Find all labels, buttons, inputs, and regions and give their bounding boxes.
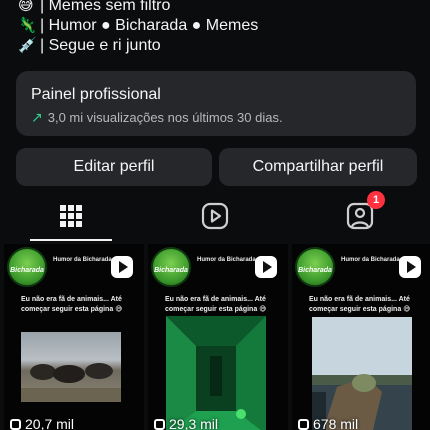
bio-line-3: 💉 | Segue e ri junto bbox=[18, 36, 418, 56]
syringe-emoji-icon: 💉 bbox=[18, 37, 37, 54]
posts-grid: Bicharada Humor da Bicharada Eu não era … bbox=[0, 244, 430, 430]
reel-views-icon bbox=[10, 418, 21, 430]
professional-dashboard-card[interactable]: Painel profissional ↗ 3,0 mi visualizaçõ… bbox=[16, 71, 416, 136]
view-count-text: 20,7 mil bbox=[25, 416, 75, 430]
tab-tagged[interactable]: 1 bbox=[320, 191, 400, 236]
reel-play-icon bbox=[255, 256, 277, 278]
account-name: Humor da Bicharada bbox=[341, 257, 400, 263]
professional-dashboard-title: Painel profissional bbox=[31, 86, 161, 103]
lizard-emoji-icon: 🦎 bbox=[18, 17, 37, 34]
avatar: Bicharada bbox=[151, 247, 191, 287]
trend-up-arrow-icon: ↗ bbox=[31, 109, 43, 125]
profile-tabs: 1 bbox=[0, 191, 430, 242]
view-count: 29,3 mil bbox=[154, 416, 218, 430]
laughing-emoji-icon: 😅 bbox=[18, 0, 34, 14]
avatar-text: Bicharada bbox=[154, 267, 188, 274]
reel-views-icon bbox=[154, 418, 165, 430]
tab-reels[interactable] bbox=[175, 196, 255, 236]
post-tile[interactable]: Bicharada Humor da Bicharada Eu não era … bbox=[148, 244, 288, 430]
post-thumbnail-lizard bbox=[312, 317, 412, 430]
views-summary-text: 3,0 mi visualizações nos últimos 30 dias… bbox=[47, 110, 283, 125]
profile-bio: 😅 | Memes sem filtro 🦎 | Humor ● Bichara… bbox=[18, 0, 418, 56]
avatar-text: Bicharada bbox=[298, 267, 332, 274]
post-tile[interactable]: Bicharada Humor da Bicharada Eu não era … bbox=[4, 244, 144, 430]
bio-line-text: | Humor ● Bicharada ● Memes bbox=[40, 17, 259, 34]
view-count-text: 678 mil bbox=[313, 416, 359, 430]
view-count: 678 mil bbox=[298, 416, 358, 430]
reel-play-icon bbox=[399, 256, 421, 278]
post-thumbnail-hallway bbox=[166, 316, 266, 430]
edit-profile-button[interactable]: Editar perfil bbox=[16, 148, 212, 186]
post-caption: Eu não era fã de animais... Até começar … bbox=[165, 296, 267, 313]
bio-line-text: | Memes sem filtro bbox=[40, 0, 171, 14]
bio-line-1: 😅 | Memes sem filtro bbox=[18, 0, 418, 16]
post-thumbnail-buffalo bbox=[21, 332, 121, 402]
professional-dashboard-stats: ↗ 3,0 mi visualizações nos últimos 30 di… bbox=[31, 109, 416, 126]
active-tab-indicator bbox=[30, 239, 112, 241]
view-count: 20,7 mil bbox=[10, 416, 74, 430]
account-name: Humor da Bicharada bbox=[53, 257, 112, 263]
reel-views-icon bbox=[298, 418, 309, 430]
avatar-text: Bicharada bbox=[10, 267, 44, 274]
avatar: Bicharada bbox=[295, 247, 335, 287]
account-name: Humor da Bicharada bbox=[197, 257, 256, 263]
avatar: Bicharada bbox=[7, 247, 47, 287]
post-caption: Eu não era fã de animais... Até começar … bbox=[21, 296, 123, 313]
reel-play-icon bbox=[111, 256, 133, 278]
bio-line-text: | Segue e ri junto bbox=[40, 37, 161, 54]
reels-play-icon bbox=[201, 202, 229, 230]
bio-line-2: 🦎 | Humor ● Bicharada ● Memes bbox=[18, 16, 418, 36]
view-count-text: 29,3 mil bbox=[169, 416, 219, 430]
post-tile[interactable]: Bicharada Humor da Bicharada Eu não era … bbox=[292, 244, 430, 430]
post-caption: Eu não era fã de animais... Até começar … bbox=[309, 296, 411, 313]
tab-posts-grid[interactable] bbox=[31, 196, 111, 236]
notification-badge: 1 bbox=[367, 191, 385, 209]
grid-icon bbox=[60, 205, 82, 227]
share-profile-button[interactable]: Compartilhar perfil bbox=[219, 148, 417, 186]
